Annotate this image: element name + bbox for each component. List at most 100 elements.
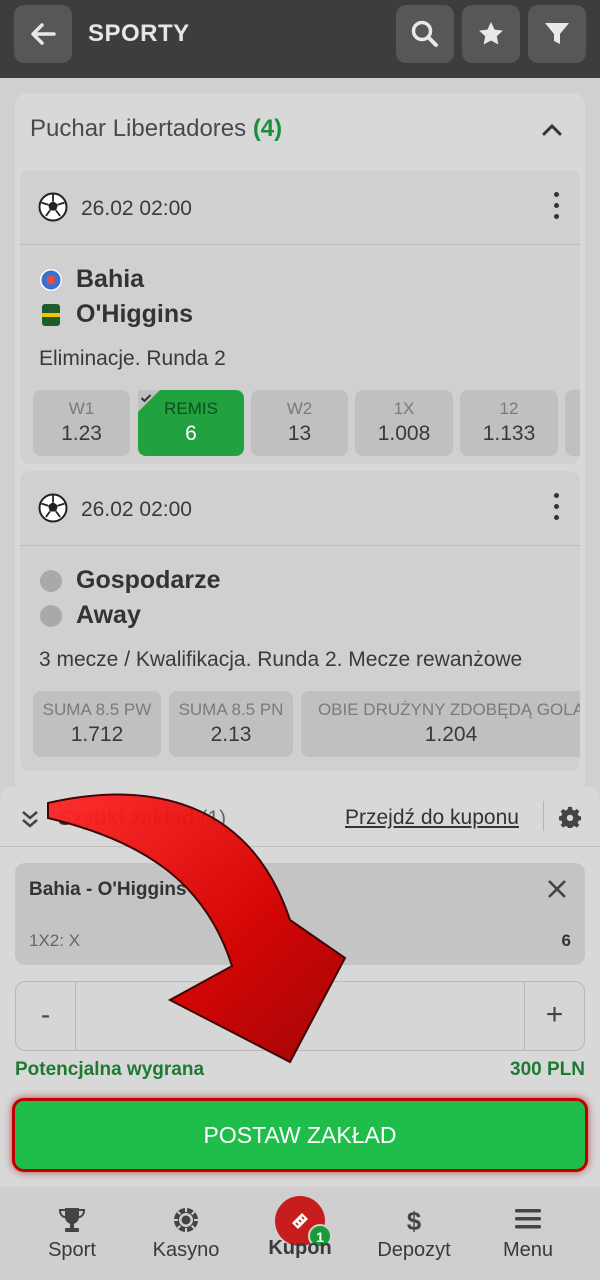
odd-value: 2.13 (210, 723, 252, 746)
search-icon (411, 20, 438, 47)
potential-win-label: Potencjalna wygrana (15, 1059, 205, 1080)
home-team-name: Bahia (76, 265, 145, 293)
odd-button-1x[interactable]: 1X 1.008 (355, 390, 453, 456)
odd-value: 6 (185, 422, 197, 445)
odd-button-suma-pn[interactable]: SUMA 8.5 PN 2.13 (169, 691, 293, 757)
odd-value: 1.204 (424, 723, 478, 746)
filter-icon (545, 23, 569, 44)
home-team: Gospodarze (40, 566, 220, 595)
divider (543, 801, 544, 831)
team-placeholder-icon (40, 604, 62, 627)
odd-button-btts[interactable]: OBIE DRUŻYNY ZDOBĘDĄ GOLA 1.204 (301, 691, 580, 757)
check-icon (138, 390, 160, 412)
odd-value: 13 (287, 422, 312, 445)
betslip-title-text: Szybki zakład (58, 807, 195, 830)
odds-row: SUMA 8.5 PW 1.712 SUMA 8.5 PN 2.13 OBIE … (33, 691, 580, 757)
favorites-button[interactable] (462, 5, 520, 63)
double-chevron-down-icon[interactable] (20, 809, 40, 829)
bet-teams: Bahia - O'Higgins (29, 879, 187, 900)
odd-label: 1X (393, 399, 415, 418)
odd-label: W2 (286, 399, 313, 418)
nav-label: Sport (48, 1239, 96, 1261)
match-date: 26.02 02:00 (81, 197, 192, 220)
stake-input[interactable] (77, 982, 524, 1050)
top-bar: SPORTY (0, 0, 600, 78)
nav-item-kasyno[interactable]: Kasyno (126, 1187, 246, 1280)
league-name: Puchar Libertadores (30, 115, 247, 142)
odd-label: 12 (499, 399, 519, 418)
odd-button-partial[interactable] (565, 390, 580, 456)
odd-button-suma-pw[interactable]: SUMA 8.5 PW 1.712 (33, 691, 161, 757)
odd-button-w2[interactable]: W2 13 (251, 390, 348, 456)
bottom-nav: Sport Kasyno 1 Kupon $ Depozyt Menu (0, 1187, 600, 1280)
team-crest-icon (40, 268, 62, 291)
decrease-stake-button[interactable]: - (16, 982, 76, 1050)
match-round: 3 mecze / Kwalifikacja. Runda 2. Mecze r… (39, 648, 523, 671)
odd-value: 1.23 (61, 422, 102, 445)
trophy-icon (58, 1208, 86, 1232)
divider (0, 846, 600, 847)
league-title[interactable]: Puchar Libertadores (4) (30, 115, 282, 143)
match-date: 26.02 02:00 (81, 498, 192, 521)
increase-stake-button[interactable]: + (524, 982, 584, 1050)
search-button[interactable] (396, 5, 454, 63)
nav-label: Kupon (268, 1237, 332, 1259)
match-round: Eliminacje. Runda 2 (39, 347, 226, 370)
back-button[interactable] (14, 5, 72, 63)
gear-icon[interactable] (559, 806, 581, 828)
team-crest-icon (42, 303, 60, 326)
soccer-ball-icon (38, 493, 68, 523)
goto-coupon-link[interactable]: Przejdź do kuponu (345, 806, 519, 830)
nav-item-kupon[interactable]: 1 Kupon (240, 1187, 360, 1280)
page-title: SPORTY (88, 20, 190, 47)
filter-button[interactable] (528, 5, 586, 63)
nav-item-menu[interactable]: Menu (468, 1187, 588, 1280)
odd-value: 1.133 (482, 422, 536, 445)
away-team: Away (40, 601, 141, 630)
match-header: 26.02 02:00 (20, 471, 580, 546)
betslip-sheet: Szybki zakład (1) Przejdź do kuponu Bahi… (0, 787, 600, 1187)
chevron-up-icon[interactable] (541, 121, 563, 137)
more-options-icon[interactable] (554, 493, 560, 526)
odd-label: W1 (68, 399, 95, 418)
bet-market: 1X2: X (29, 931, 81, 950)
stake-stepper: - + (15, 981, 585, 1051)
match-header: 26.02 02:00 (20, 170, 580, 245)
potential-win-value: 300 PLN (510, 1059, 585, 1080)
away-team-name: Away (76, 601, 141, 629)
odd-value: 1.008 (377, 422, 431, 445)
home-team: Bahia (40, 265, 144, 294)
dollar-icon: $ (407, 1207, 422, 1235)
nav-label: Depozyt (377, 1239, 451, 1261)
soccer-ball-icon (38, 192, 68, 222)
league-card: Puchar Libertadores (4) 26.02 02:00 Bahi… (15, 93, 585, 813)
odd-label: SUMA 8.5 PN (178, 700, 284, 719)
nav-item-sport[interactable]: Sport (12, 1187, 132, 1280)
team-placeholder-icon (40, 569, 62, 592)
league-count: (4) (252, 115, 283, 142)
odds-row: W1 1.23 REMIS 6 W2 13 1X 1.008 12 1.133 (33, 390, 580, 456)
back-arrow-icon (31, 23, 56, 45)
away-team: O'Higgins (40, 300, 193, 329)
more-options-icon[interactable] (554, 192, 560, 225)
away-team-name: O'Higgins (76, 300, 194, 328)
casino-chip-icon (174, 1208, 198, 1232)
hamburger-icon (515, 1209, 541, 1229)
odd-button-remis[interactable]: REMIS 6 (138, 390, 244, 456)
nav-item-depozyt[interactable]: $ Depozyt (354, 1187, 474, 1280)
betslip-count: (1) (200, 807, 227, 830)
svg-text:$: $ (407, 1207, 422, 1235)
bet-odd: 6 (561, 931, 571, 950)
nav-label: Kasyno (152, 1239, 220, 1261)
odd-button-12[interactable]: 12 1.133 (460, 390, 558, 456)
match-card: 26.02 02:00 Bahia O'Higgins Eliminacje. … (20, 170, 580, 464)
match-card: 26.02 02:00 Gospodarze Away 3 mecze / Kw… (20, 471, 580, 771)
home-team-name: Gospodarze (76, 566, 221, 594)
place-bet-button[interactable]: POSTAW ZAKŁAD (12, 1098, 588, 1172)
bet-card: Bahia - O'Higgins 1X2: X 6 (15, 863, 585, 965)
close-icon[interactable] (547, 879, 567, 899)
odd-button-w1[interactable]: W1 1.23 (33, 390, 130, 456)
star-icon (479, 22, 503, 45)
betslip-title: Szybki zakład (1) (58, 807, 226, 831)
odd-label: OBIE DRUŻYNY ZDOBĘDĄ GOLA (317, 700, 580, 719)
